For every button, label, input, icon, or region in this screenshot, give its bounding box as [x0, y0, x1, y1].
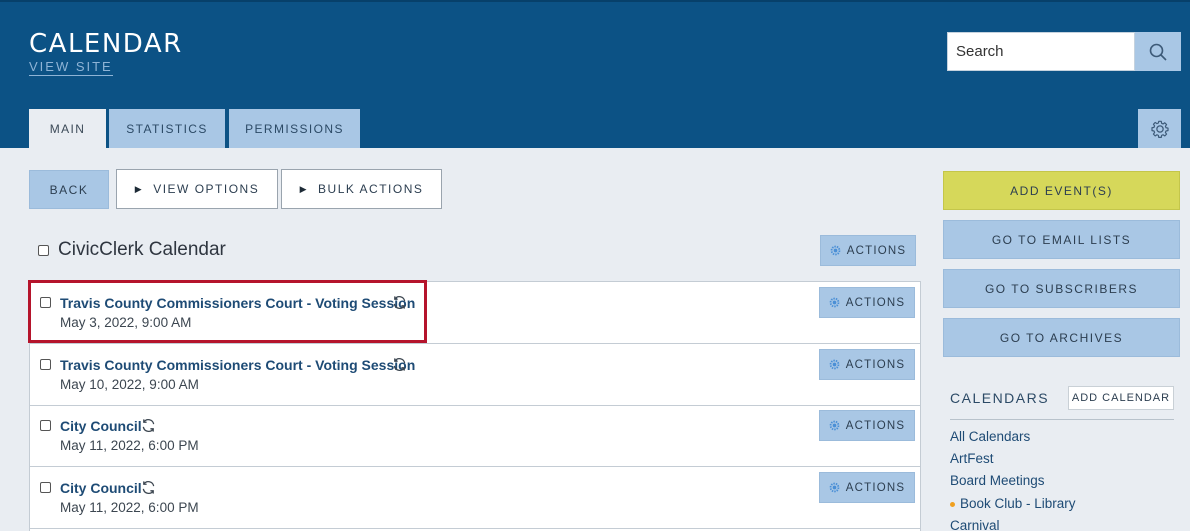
actions-label: ACTIONS: [846, 244, 907, 257]
event-row: Travis County Commissioners Court - Voti…: [30, 282, 920, 344]
recurring-icon: [142, 418, 155, 433]
gear-icon: [829, 297, 840, 308]
add-events-button[interactable]: ADD EVENT(S): [943, 171, 1180, 210]
event-title-link[interactable]: City Council: [60, 480, 142, 496]
tab-main[interactable]: MAIN: [29, 109, 106, 148]
gear-icon: [830, 245, 841, 256]
subscribers-button[interactable]: GO TO SUBSCRIBERS: [943, 269, 1180, 308]
event-actions-button[interactable]: ACTIONS: [819, 287, 915, 318]
view-options-button[interactable]: ▶ VIEW OPTIONS: [116, 169, 278, 209]
header-bar: CALENDAR VIEW SITE MAIN STATISTICS PERMI…: [0, 0, 1190, 148]
back-button[interactable]: BACK: [29, 170, 109, 209]
event-date: May 11, 2022, 6:00 PM: [60, 500, 199, 515]
calendar-link-artfest[interactable]: ArtFest: [950, 451, 994, 466]
play-triangle-icon: ▶: [134, 183, 144, 194]
view-options-label: VIEW OPTIONS: [153, 182, 260, 196]
actions-label: ACTIONS: [845, 419, 906, 432]
search-icon: [1149, 43, 1167, 61]
event-title-link[interactable]: Travis County Commissioners Court - Voti…: [60, 357, 415, 373]
gear-icon: [1150, 120, 1169, 138]
recurring-icon: [142, 480, 155, 495]
event-checkbox[interactable]: [40, 359, 51, 370]
archives-button[interactable]: GO TO ARCHIVES: [943, 318, 1180, 357]
tab-permissions[interactable]: PERMISSIONS: [229, 109, 360, 148]
tab-statistics[interactable]: STATISTICS: [109, 109, 225, 148]
calendar-link-label: Book Club - Library: [960, 496, 1076, 511]
calendar-color-dot: [950, 501, 955, 507]
bulk-actions-label: BULK ACTIONS: [318, 182, 424, 196]
search-button[interactable]: [1135, 32, 1181, 71]
event-row: Travis County Commissioners Court - Voti…: [30, 344, 920, 406]
search-box: [947, 32, 1181, 71]
divider: [950, 419, 1174, 420]
actions-label: ACTIONS: [845, 296, 906, 309]
event-checkbox[interactable]: [40, 482, 51, 493]
event-actions-button[interactable]: ACTIONS: [819, 472, 915, 503]
calendar-heading: CivicClerk Calendar: [38, 239, 226, 261]
event-actions-button[interactable]: ACTIONS: [819, 410, 915, 441]
calendar-link-book-club[interactable]: Book Club - Library: [950, 496, 1076, 511]
calendar-link-carnival[interactable]: Carnival: [950, 518, 1000, 531]
event-row: City Council May 11, 2022, 6:00 PM ACTIO…: [30, 467, 920, 529]
gear-icon: [829, 359, 840, 370]
email-lists-button[interactable]: GO TO EMAIL LISTS: [943, 220, 1180, 259]
recurring-icon: [393, 357, 406, 372]
event-actions-button[interactable]: ACTIONS: [819, 349, 915, 380]
event-date: May 3, 2022, 9:00 AM: [60, 315, 192, 330]
calendar-link-board-meetings[interactable]: Board Meetings: [950, 473, 1045, 488]
gear-icon: [829, 482, 840, 493]
event-title-link[interactable]: City Council: [60, 418, 142, 434]
calendar-actions-button[interactable]: ACTIONS: [820, 235, 916, 266]
recurring-icon: [393, 295, 406, 310]
calendars-heading: CALENDARS: [950, 390, 1050, 406]
view-site-link[interactable]: VIEW SITE: [29, 59, 113, 76]
event-checkbox[interactable]: [40, 420, 51, 431]
events-list: Travis County Commissioners Court - Voti…: [29, 281, 921, 531]
add-calendar-button[interactable]: ADD CALENDAR: [1068, 386, 1174, 410]
play-triangle-icon: ▶: [299, 183, 309, 194]
event-date: May 10, 2022, 9:00 AM: [60, 377, 199, 392]
actions-label: ACTIONS: [845, 358, 906, 371]
page-title: CALENDAR: [29, 29, 183, 59]
event-title-link[interactable]: Travis County Commissioners Court - Voti…: [60, 295, 415, 311]
actions-label: ACTIONS: [845, 481, 906, 494]
select-all-checkbox[interactable]: [38, 244, 49, 256]
event-row: City Council May 11, 2022, 6:00 PM ACTIO…: [30, 405, 920, 467]
calendar-link-all[interactable]: All Calendars: [950, 429, 1030, 444]
event-checkbox[interactable]: [40, 297, 51, 308]
calendar-title: CivicClerk Calendar: [58, 239, 226, 260]
bulk-actions-button[interactable]: ▶ BULK ACTIONS: [281, 169, 442, 209]
event-date: May 11, 2022, 6:00 PM: [60, 438, 199, 453]
search-input[interactable]: [947, 32, 1135, 71]
gear-icon: [829, 420, 840, 431]
settings-button[interactable]: [1138, 109, 1181, 148]
